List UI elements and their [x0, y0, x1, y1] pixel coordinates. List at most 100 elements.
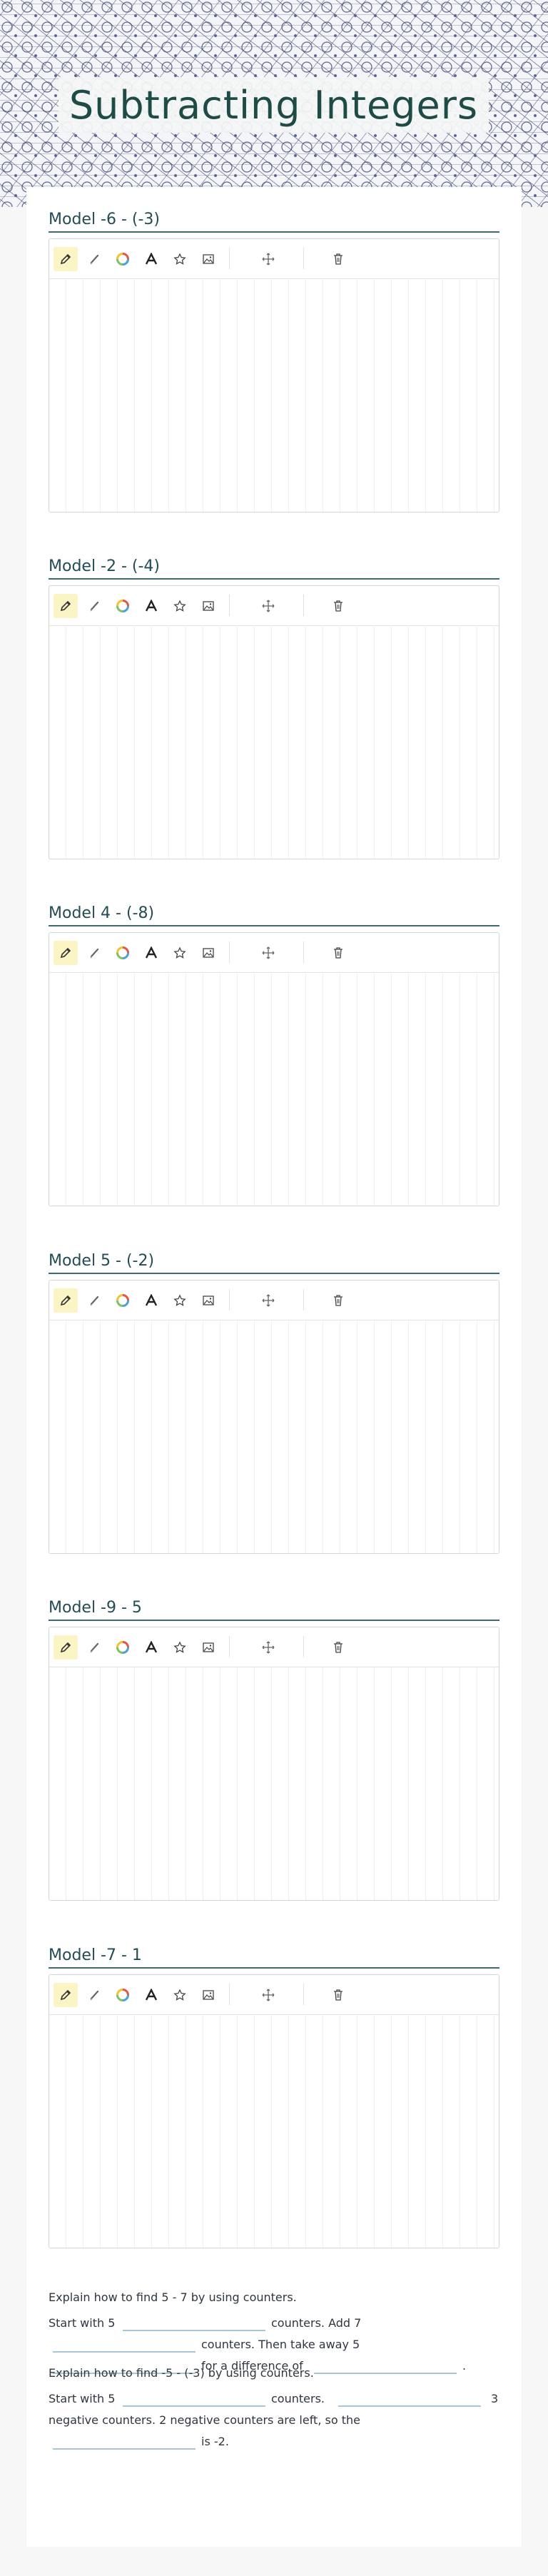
trash-tool-button[interactable] — [326, 1983, 350, 2007]
toolbar-divider — [229, 1289, 230, 1310]
model-title: Model -9 - 5 — [49, 1595, 499, 1621]
drawing-toolbar — [49, 586, 499, 626]
highlighter-icon — [88, 1989, 101, 2001]
move-tool-button[interactable] — [256, 941, 280, 965]
color-wheel-tool-button[interactable] — [111, 1288, 135, 1313]
pencil-icon — [59, 1989, 72, 2001]
drawing-canvas[interactable] — [49, 974, 499, 1206]
star-tool-button[interactable] — [168, 1983, 192, 2007]
star-tool-button[interactable] — [168, 1288, 192, 1313]
image-tool-button[interactable] — [196, 1983, 220, 2007]
color-wheel-icon — [116, 253, 129, 266]
drawing-canvas[interactable] — [49, 1321, 499, 1553]
move-tool-button[interactable] — [256, 1635, 280, 1660]
question-2-text-start: Start with 5 — [49, 2392, 116, 2405]
drawing-canvas[interactable] — [49, 280, 499, 512]
text-icon — [145, 1641, 158, 1654]
question-2-text-4: is -2. — [201, 2435, 229, 2448]
drawing-canvas[interactable] — [49, 1668, 499, 1900]
text-icon — [145, 1294, 158, 1307]
toolbar-divider — [303, 248, 304, 269]
question-1-prompt: Explain how to find 5 - 7 by using count… — [49, 2290, 297, 2304]
question-2: Explain how to find -5 - (-3) by using c… — [49, 2363, 499, 2450]
toolbar-divider — [229, 1984, 230, 2005]
star-icon — [173, 1989, 186, 2001]
image-tool-button[interactable] — [196, 247, 220, 271]
answer-blank-6[interactable] — [338, 2405, 481, 2407]
color-wheel-icon — [116, 1989, 129, 2001]
drawing-board — [49, 585, 499, 859]
star-icon — [173, 1641, 186, 1654]
highlighter-tool-button[interactable] — [82, 247, 106, 271]
move-tool-button[interactable] — [256, 247, 280, 271]
answer-blank-2[interactable] — [53, 2351, 196, 2353]
pencil-tool-button[interactable] — [54, 594, 78, 618]
pencil-tool-button[interactable] — [54, 1635, 78, 1660]
text-tool-button[interactable] — [139, 941, 163, 965]
image-tool-button[interactable] — [196, 1288, 220, 1313]
text-tool-button[interactable] — [139, 594, 163, 618]
image-tool-button[interactable] — [196, 941, 220, 965]
star-tool-button[interactable] — [168, 941, 192, 965]
pencil-tool-button[interactable] — [54, 247, 78, 271]
text-tool-button[interactable] — [139, 1288, 163, 1313]
star-tool-button[interactable] — [168, 1635, 192, 1660]
star-icon — [173, 253, 186, 266]
color-wheel-tool-button[interactable] — [111, 594, 135, 618]
star-tool-button[interactable] — [168, 594, 192, 618]
highlighter-tool-button[interactable] — [82, 1635, 106, 1660]
color-wheel-tool-button[interactable] — [111, 1983, 135, 2007]
question-1-text-1: counters. Add 7 — [271, 2316, 362, 2330]
highlighter-icon — [88, 600, 101, 612]
star-tool-button[interactable] — [168, 247, 192, 271]
answer-blank-1[interactable] — [123, 2330, 265, 2331]
model-section: Model -2 - (-4) — [49, 554, 499, 861]
drawing-canvas[interactable] — [49, 627, 499, 859]
text-tool-button[interactable] — [139, 247, 163, 271]
highlighter-icon — [88, 1294, 101, 1307]
question-2-text-3: negative counters. 2 negative counters a… — [49, 2413, 360, 2427]
move-tool-button[interactable] — [256, 594, 280, 618]
text-icon — [145, 1989, 158, 2001]
highlighter-icon — [88, 946, 101, 959]
image-icon — [202, 1641, 215, 1654]
drawing-canvas[interactable] — [49, 2016, 499, 2248]
answer-blank-7[interactable] — [53, 2448, 196, 2450]
text-icon — [145, 946, 158, 959]
toolbar-divider — [303, 1636, 304, 1657]
image-tool-button[interactable] — [196, 594, 220, 618]
trash-tool-button[interactable] — [326, 1288, 350, 1313]
text-tool-button[interactable] — [139, 1983, 163, 2007]
drawing-toolbar — [49, 933, 499, 973]
move-icon — [262, 946, 275, 959]
pencil-tool-button[interactable] — [54, 941, 78, 965]
color-wheel-icon — [116, 1641, 129, 1654]
move-tool-button[interactable] — [256, 1983, 280, 2007]
image-tool-button[interactable] — [196, 1635, 220, 1660]
highlighter-tool-button[interactable] — [82, 594, 106, 618]
trash-tool-button[interactable] — [326, 941, 350, 965]
toolbar-divider — [229, 595, 230, 616]
toolbar-divider — [303, 1289, 304, 1310]
color-wheel-tool-button[interactable] — [111, 1635, 135, 1660]
color-wheel-tool-button[interactable] — [111, 247, 135, 271]
pencil-tool-button[interactable] — [54, 1983, 78, 2007]
trash-tool-button[interactable] — [326, 247, 350, 271]
pencil-tool-button[interactable] — [54, 1288, 78, 1313]
color-wheel-icon — [116, 1294, 129, 1307]
highlighter-tool-button[interactable] — [82, 1288, 106, 1313]
trash-tool-button[interactable] — [326, 594, 350, 618]
trash-icon — [332, 600, 345, 612]
text-tool-button[interactable] — [139, 1635, 163, 1660]
question-1-text-start: Start with 5 — [49, 2316, 116, 2330]
trash-tool-button[interactable] — [326, 1635, 350, 1660]
move-tool-button[interactable] — [256, 1288, 280, 1313]
highlighter-tool-button[interactable] — [82, 941, 106, 965]
model-section: Model -9 - 5 — [49, 1595, 499, 1902]
trash-icon — [332, 1294, 345, 1307]
answer-blank-5[interactable] — [123, 2405, 265, 2407]
model-section: Model -6 - (-3) — [49, 207, 499, 514]
image-icon — [202, 1294, 215, 1307]
highlighter-tool-button[interactable] — [82, 1983, 106, 2007]
color-wheel-tool-button[interactable] — [111, 941, 135, 965]
